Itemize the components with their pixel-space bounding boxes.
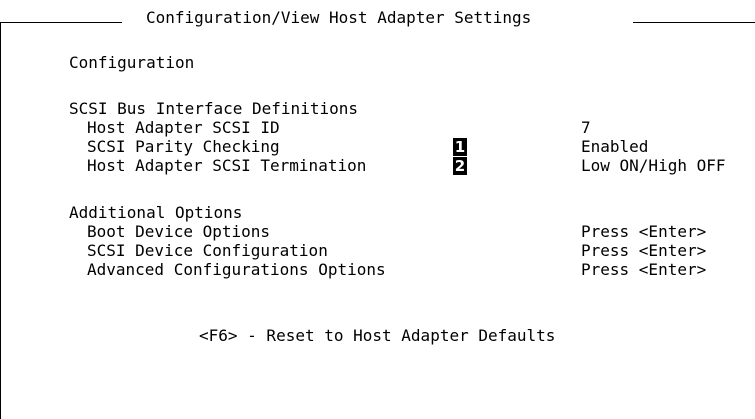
parity-checking-value[interactable]: Enabled — [581, 137, 648, 157]
scsi-device-configuration-value[interactable]: Press <Enter> — [581, 241, 706, 261]
scsi-id-value[interactable]: 7 — [581, 118, 591, 138]
frame-left-line — [0, 22, 1, 419]
boot-device-options-label: Boot Device Options — [87, 222, 271, 241]
boot-device-options-value[interactable]: Press <Enter> — [581, 222, 706, 242]
window-title: Configuration/View Host Adapter Settings — [146, 8, 532, 27]
parity-checking-label: SCSI Parity Checking — [87, 137, 280, 156]
scsi-bus-heading: SCSI Bus Interface Definitions — [69, 99, 358, 118]
advanced-configuration-options-value[interactable]: Press <Enter> — [581, 260, 706, 280]
termination-label: Host Adapter SCSI Termination — [87, 156, 367, 175]
additional-options-heading: Additional Options — [69, 203, 243, 222]
callout-marker-2: 2 — [453, 157, 467, 175]
advanced-configuration-options-label: Advanced Configurations Options — [87, 260, 386, 279]
scsi-id-label: Host Adapter SCSI ID — [87, 118, 280, 137]
callout-marker-1: 1 — [453, 138, 467, 156]
scsi-device-configuration-label: SCSI Device Configuration — [87, 241, 328, 260]
termination-value[interactable]: Low ON/High OFF — [581, 156, 726, 176]
configuration-heading: Configuration — [69, 53, 195, 72]
frame-top-right-line — [633, 22, 755, 23]
reset-defaults-hint[interactable]: <F6> - Reset to Host Adapter Defaults — [199, 326, 555, 346]
frame-top-left-line — [0, 22, 122, 23]
